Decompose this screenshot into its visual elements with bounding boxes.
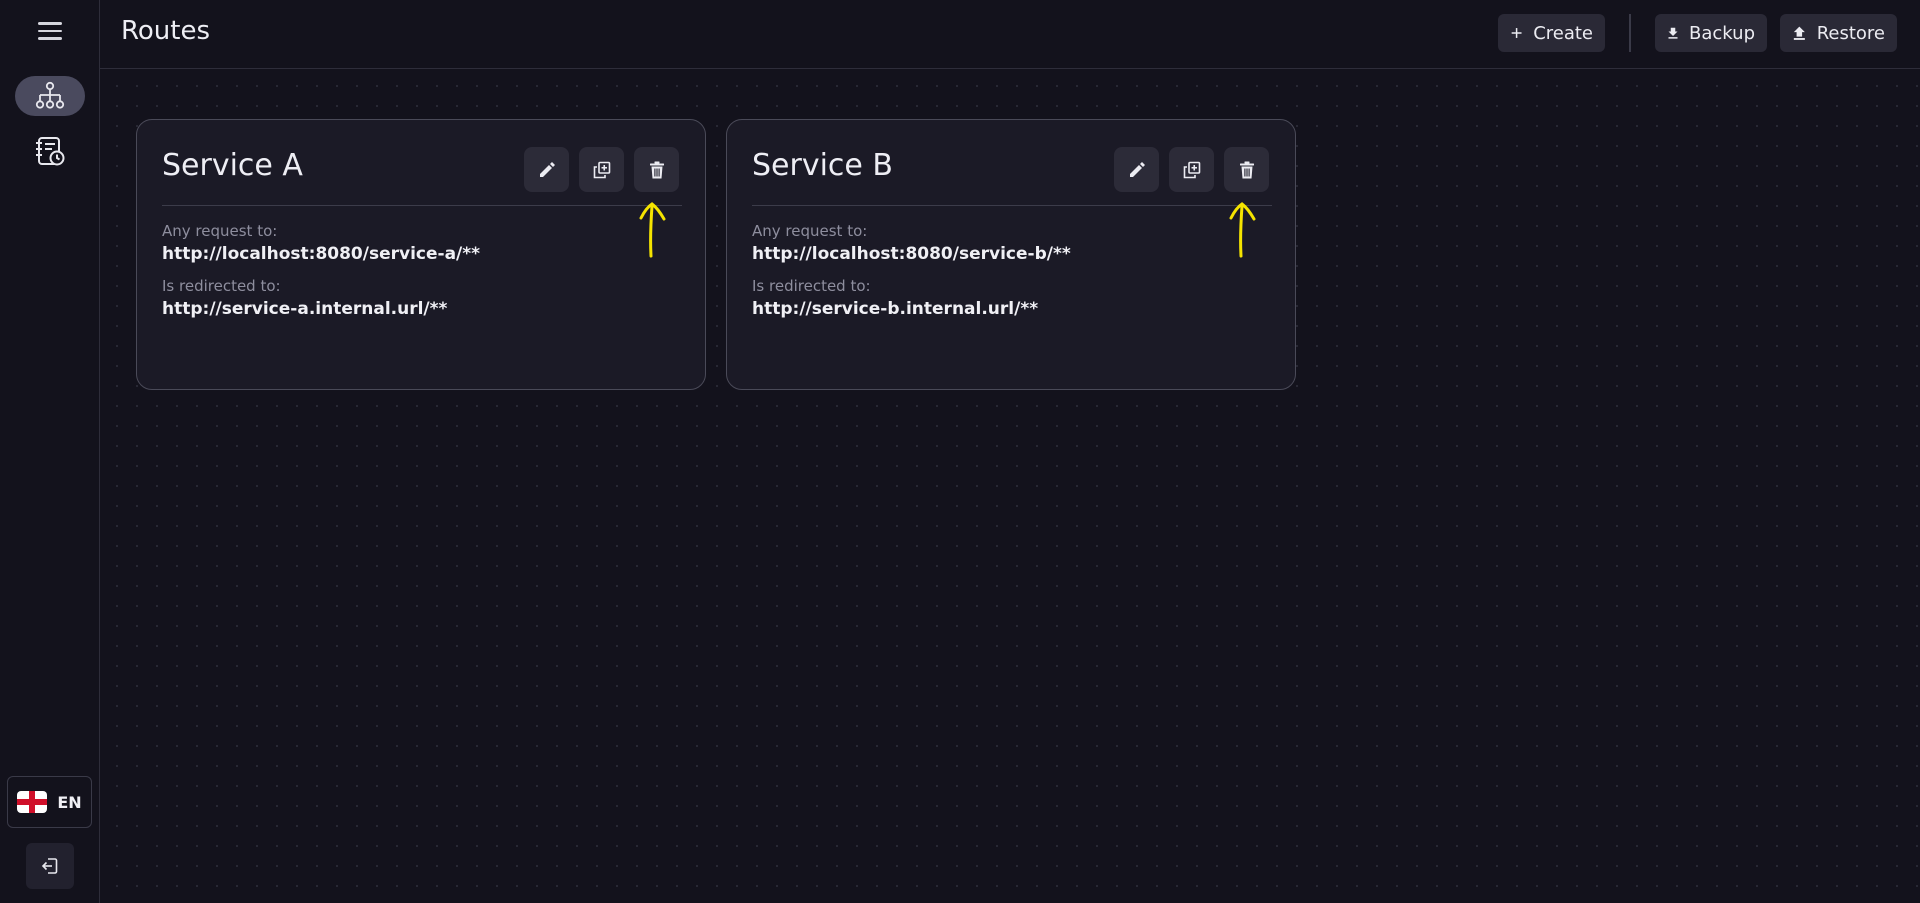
- trash-icon: [1239, 161, 1254, 178]
- sitemap-icon: [35, 81, 65, 109]
- annotation-arrow-icon: [1229, 202, 1256, 258]
- duplicate-button[interactable]: [1169, 147, 1214, 192]
- request-url: http://localhost:8080/service-b/**: [752, 244, 1071, 264]
- edit-button[interactable]: [1114, 147, 1159, 192]
- restore-button-label: Restore: [1816, 22, 1885, 44]
- pencil-icon: [539, 161, 555, 177]
- hamburger-menu-icon[interactable]: [38, 22, 62, 42]
- sidebar-item-logs[interactable]: [30, 133, 70, 169]
- backup-button[interactable]: Backup: [1655, 14, 1767, 52]
- upload-icon: [1793, 26, 1805, 40]
- logout-button[interactable]: [26, 843, 74, 889]
- request-url: http://localhost:8080/service-a/**: [162, 244, 481, 264]
- language-label: EN: [57, 792, 82, 812]
- backup-button-label: Backup: [1689, 22, 1755, 44]
- sidebar: EN: [0, 0, 100, 903]
- card-divider: [162, 205, 682, 206]
- duplicate-button[interactable]: [579, 147, 624, 192]
- edit-button[interactable]: [524, 147, 569, 192]
- create-button-label: Create: [1533, 22, 1593, 44]
- duplicate-icon: [1183, 161, 1200, 178]
- create-button[interactable]: Create: [1498, 14, 1605, 52]
- header-divider: [1629, 14, 1631, 52]
- redirect-label: Is redirected to:: [162, 277, 281, 295]
- pencil-icon: [1129, 161, 1145, 177]
- route-card-title: Service B: [752, 148, 893, 183]
- logout-icon: [41, 858, 58, 874]
- duplicate-icon: [593, 161, 610, 178]
- redirect-label: Is redirected to:: [752, 277, 871, 295]
- header: Routes Create Backup Restore: [100, 0, 1920, 69]
- annotation-arrow-icon: [639, 202, 666, 258]
- request-label: Any request to:: [752, 222, 868, 240]
- delete-button[interactable]: [634, 147, 679, 192]
- log-history-icon: [36, 137, 65, 166]
- card-divider: [752, 205, 1272, 206]
- redirect-url: http://service-a.internal.url/**: [162, 299, 448, 319]
- trash-icon: [649, 161, 664, 178]
- delete-button[interactable]: [1224, 147, 1269, 192]
- route-card-service-a: Service A Any request to: http://localho…: [136, 119, 706, 390]
- download-icon: [1668, 27, 1678, 39]
- restore-button[interactable]: Restore: [1780, 14, 1897, 52]
- redirect-url: http://service-b.internal.url/**: [752, 299, 1039, 319]
- england-flag-icon: [17, 791, 48, 813]
- route-card-service-b: Service B Any request to: http://localho…: [726, 119, 1296, 390]
- plus-icon: [1511, 28, 1522, 38]
- language-selector[interactable]: EN: [7, 776, 92, 828]
- page-title: Routes: [121, 16, 211, 46]
- route-card-title: Service A: [162, 148, 303, 183]
- request-label: Any request to:: [162, 222, 278, 240]
- sidebar-item-routes[interactable]: [15, 76, 85, 116]
